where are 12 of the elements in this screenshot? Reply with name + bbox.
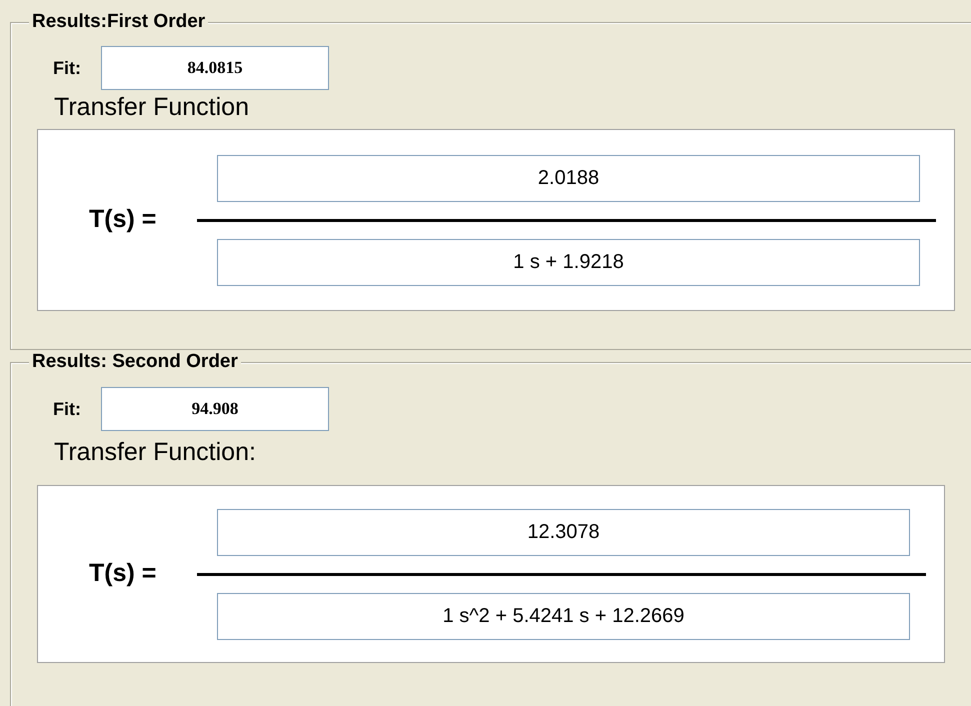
fit-field[interactable]: 84.0815: [100, 46, 329, 90]
numerator-field[interactable]: 2.0188: [217, 154, 920, 202]
transfer-function-label: Transfer Function: [54, 92, 250, 122]
denominator-field[interactable]: 1 s^2 + 5.4241 s + 12.2669: [217, 592, 910, 640]
equation-lhs: T(s) =: [89, 558, 158, 590]
transfer-function-label: Transfer Function:: [54, 437, 257, 467]
equation-lhs: T(s) =: [89, 204, 158, 236]
fit-label: Fit:: [53, 56, 81, 80]
fit-field[interactable]: 94.908: [100, 387, 329, 431]
denominator-field[interactable]: 1 s + 1.9218: [217, 238, 920, 286]
fit-label: Fit:: [53, 398, 81, 420]
numerator-field[interactable]: 12.3078: [217, 508, 910, 556]
